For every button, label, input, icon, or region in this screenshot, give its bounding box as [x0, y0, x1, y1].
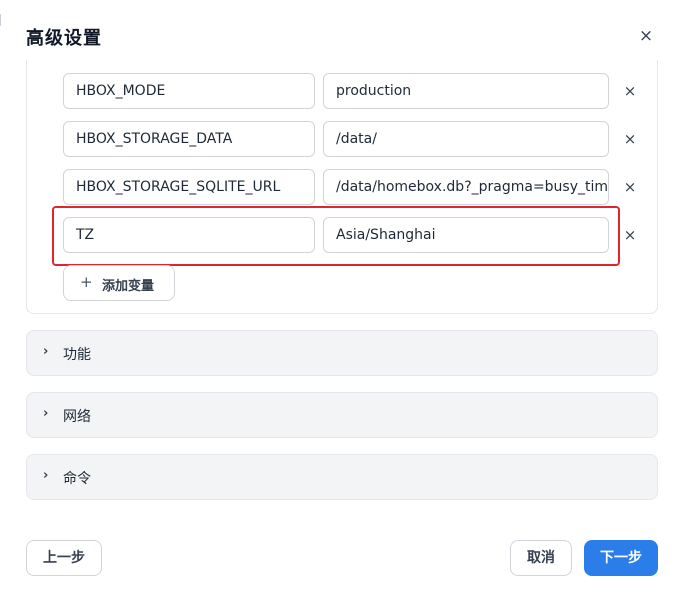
chevron-right-icon: › — [43, 406, 49, 421]
advanced-settings-dialog: 高级设置 × HBOX_MODE production × HBOX_STORA… — [0, 0, 682, 596]
env-row: HBOX_STORAGE_SQLITE_URL /data/homebox.db… — [63, 169, 643, 205]
close-icon[interactable]: × — [636, 26, 656, 46]
section-label: 网络 — [63, 409, 91, 425]
plus-icon: + — [80, 273, 93, 291]
previous-step-button[interactable]: 上一步 — [26, 540, 102, 576]
env-value-input[interactable]: /data/ — [323, 121, 609, 157]
dialog-title: 高级设置 — [26, 28, 102, 49]
env-key-input[interactable]: HBOX_STORAGE_DATA — [63, 121, 315, 157]
chevron-right-icon: › — [43, 468, 49, 483]
remove-row-icon[interactable]: × — [621, 129, 639, 149]
env-row: HBOX_MODE production × — [63, 73, 643, 109]
section-command[interactable]: › 命令 — [26, 454, 658, 500]
section-network[interactable]: › 网络 — [26, 392, 658, 438]
add-variable-button[interactable]: + 添加变量 — [63, 265, 175, 301]
env-row: HBOX_STORAGE_DATA /data/ × — [63, 121, 643, 157]
env-key-input[interactable]: HBOX_STORAGE_SQLITE_URL — [63, 169, 315, 205]
remove-row-icon[interactable]: × — [621, 177, 639, 197]
remove-row-icon[interactable]: × — [621, 81, 639, 101]
chevron-right-icon: › — [43, 344, 49, 359]
section-label: 功能 — [63, 347, 91, 363]
remove-row-icon[interactable]: × — [621, 225, 639, 245]
cancel-button[interactable]: 取消 — [510, 540, 572, 576]
next-step-button[interactable]: 下一步 — [584, 540, 658, 576]
add-variable-label: 添加变量 — [102, 279, 155, 294]
section-features[interactable]: › 功能 — [26, 330, 658, 376]
env-value-input[interactable]: /data/homebox.db?_pragma=busy_timeou — [323, 169, 609, 205]
env-key-input[interactable]: HBOX_MODE — [63, 73, 315, 109]
env-value-input[interactable]: production — [323, 73, 609, 109]
section-label: 命令 — [63, 471, 91, 487]
highlight-annotation-box — [52, 206, 620, 266]
